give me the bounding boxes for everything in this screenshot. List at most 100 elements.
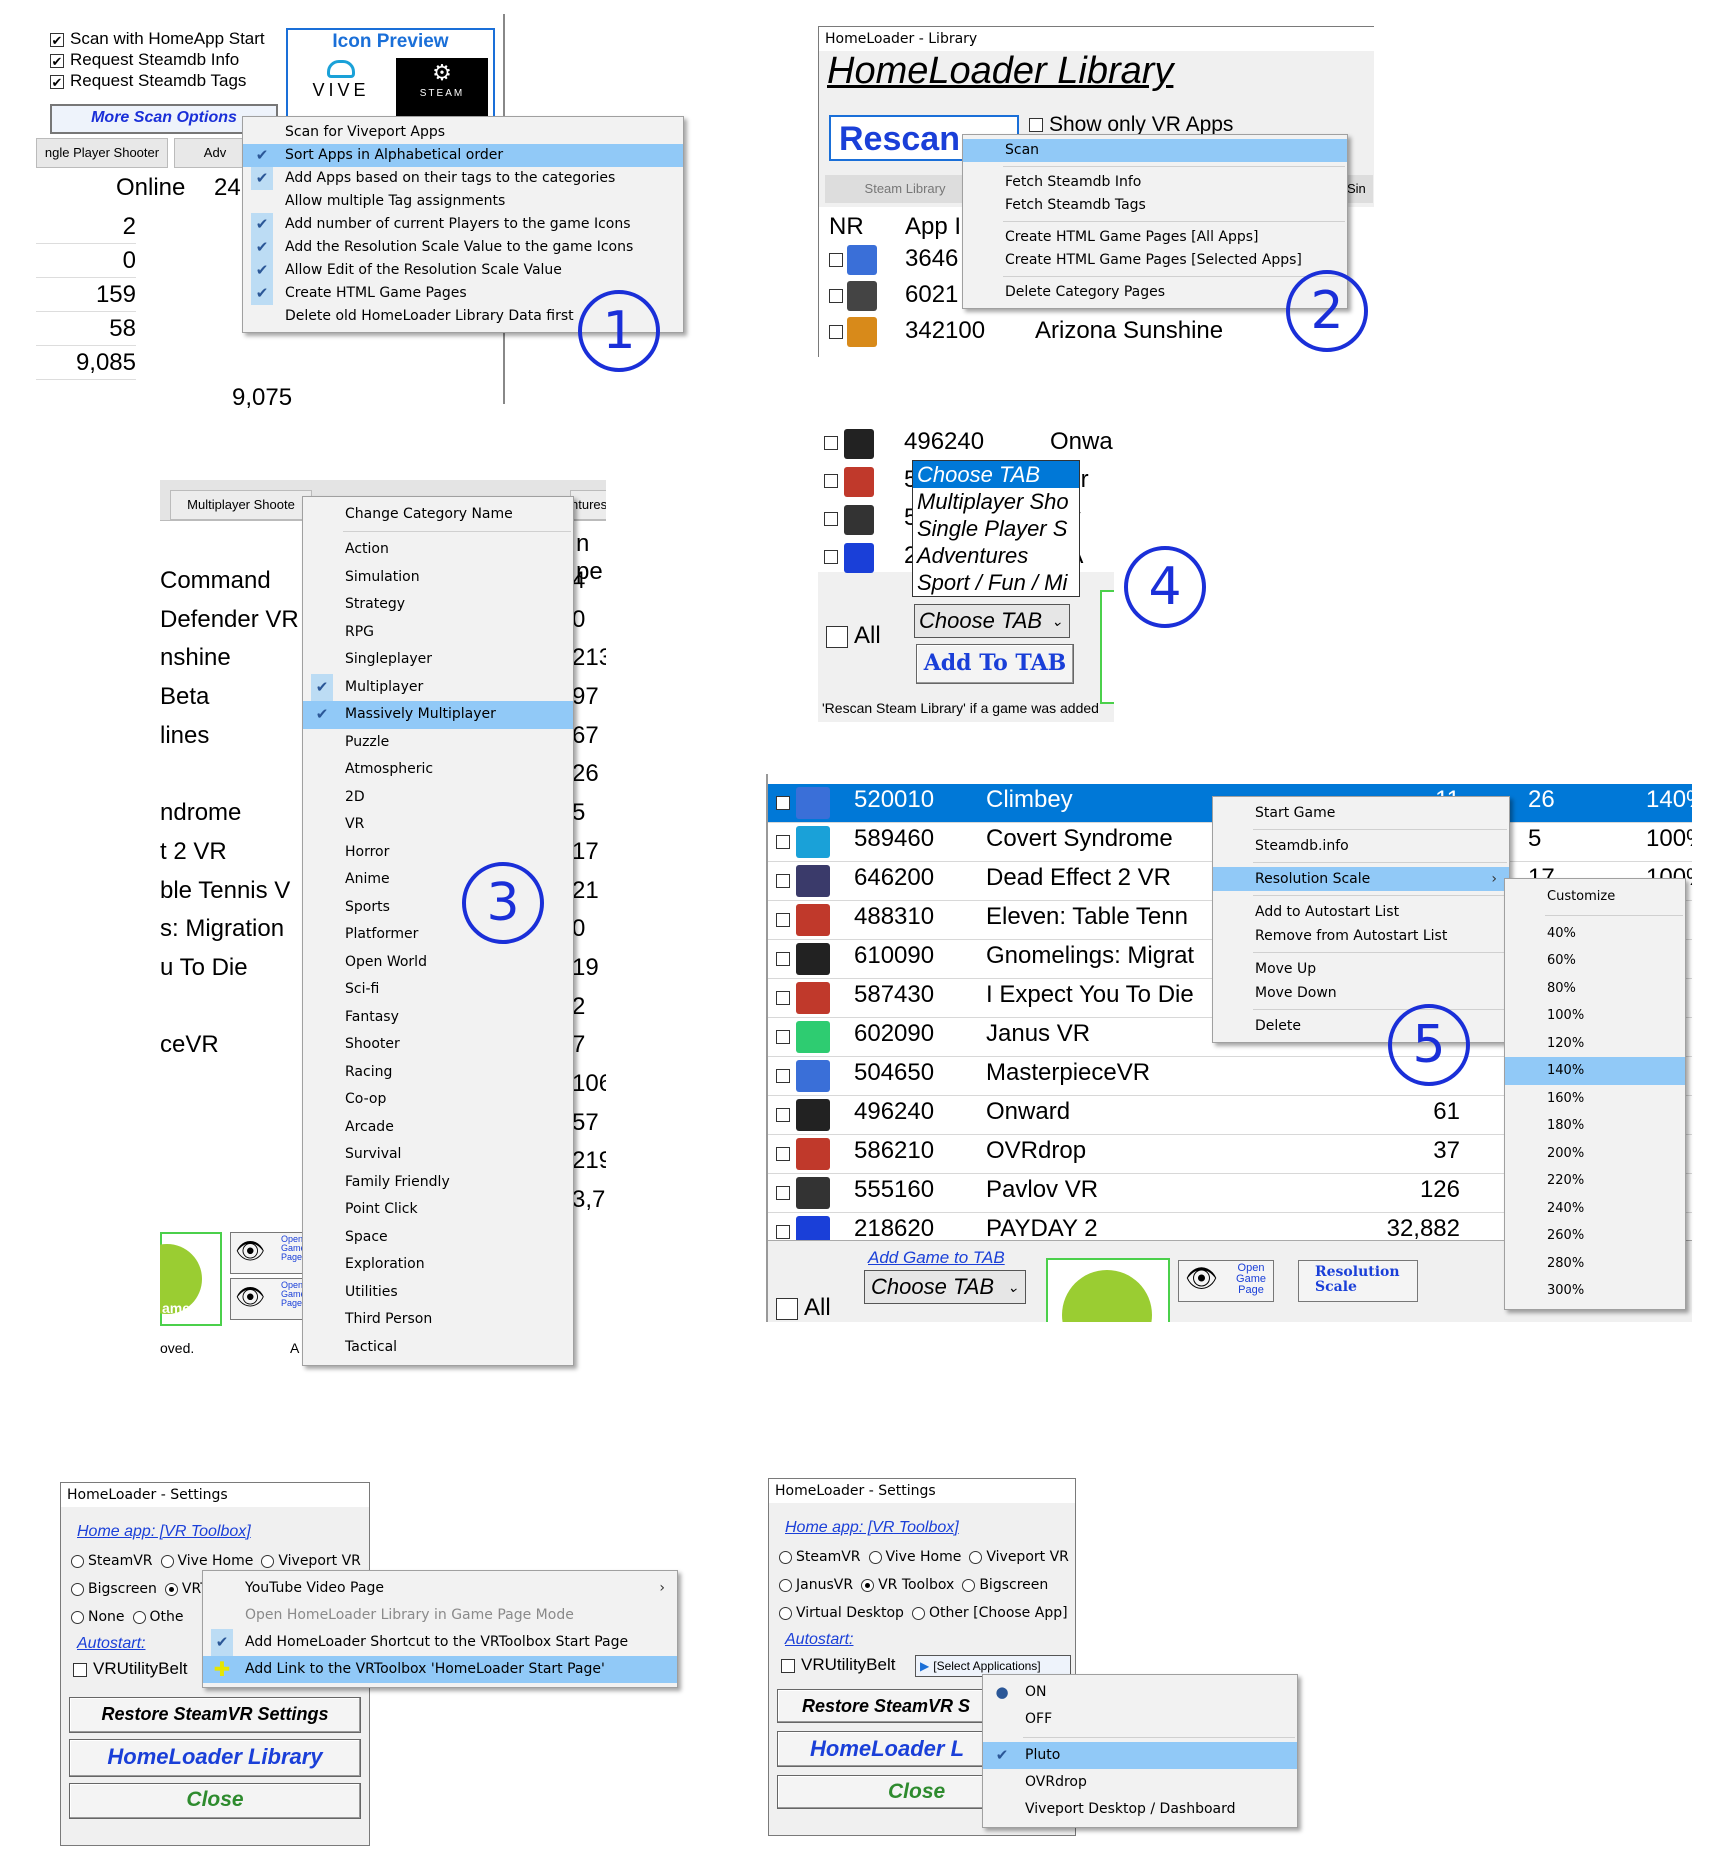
close-button[interactable]: Close [69,1783,361,1819]
menu-item-arcade[interactable]: Arcade [303,1114,573,1142]
menu-item-fetch-steamdb-info[interactable]: Fetch Steamdb Info [963,171,1347,194]
all-checkbox[interactable]: All [776,1294,831,1322]
radio-option-othe[interactable]: Othe [132,1603,184,1631]
menu-item-third-person[interactable]: Third Person [303,1306,573,1334]
homeloader-library-button[interactable]: HomeLoader Library [69,1739,361,1777]
dropdown-option-single-player-s[interactable]: Single Player S [913,515,1079,542]
all-checkbox-box[interactable] [826,625,848,648]
radio-button[interactable] [160,1554,174,1568]
row-checkbox[interactable] [776,835,790,849]
radio-button[interactable] [779,1606,792,1620]
menu-item-fetch-steamdb-tags[interactable]: Fetch Steamdb Tags [963,194,1347,217]
row-checkbox[interactable] [776,1108,790,1122]
tab-steam-library[interactable]: Steam Library [825,175,985,203]
menu-item-160[interactable]: 160% [1505,1085,1685,1113]
menu-item-add-link-to-the-vrtoolbox-homeloader-start-page[interactable]: ✚ Add Link to the VRToolbox 'HomeLoader S… [203,1656,677,1683]
scan-option-checkbox[interactable]: Scan with HomeApp Start [50,28,265,49]
open-game-page-button-2[interactable]: 👁 Open Game Page [230,1278,306,1320]
menu-item-steamdb-info[interactable]: Steamdb.info [1213,834,1509,858]
menu-item-allow-edit-of-the-resolution-scale-value[interactable]: ✔ Allow Edit of the Resolution Scale Valu… [243,259,683,282]
menu-item-strategy[interactable]: Strategy [303,591,573,619]
resolution-scale-button[interactable]: Resolution Scale [1298,1260,1418,1302]
menu-item-survival[interactable]: Survival [303,1141,573,1169]
radio-option-vive-home[interactable]: Vive Home [868,1543,961,1571]
radio-button[interactable] [261,1554,275,1568]
vrutility-checkbox[interactable]: VRUtilityBelt [73,1659,187,1679]
row-checkbox[interactable] [824,550,838,564]
menu-item-sci-fi[interactable]: Sci-fi [303,976,573,1004]
dropdown-option-adventures[interactable]: Adventures [913,542,1079,569]
menu-item-racing[interactable]: Racing [303,1059,573,1087]
menu-item-140[interactable]: 140% [1505,1057,1685,1085]
menu-item-180[interactable]: 180% [1505,1112,1685,1140]
radio-option-vr-toolbox[interactable]: VR Toolbox [861,1571,954,1599]
menu-item-40[interactable]: 40% [1505,920,1685,948]
radio-option-janusvr[interactable]: JanusVR [779,1571,853,1599]
radio-button[interactable] [911,1606,925,1620]
add-to-tab-button[interactable]: Add To TAB [916,644,1074,684]
row-checkbox[interactable] [824,474,838,488]
menu-item-120[interactable]: 120% [1505,1030,1685,1058]
menu-item-puzzle[interactable]: Puzzle [303,729,573,757]
choose-tab-select[interactable]: Choose TAB ⌄ [914,604,1070,638]
radio-option-steamvr[interactable]: SteamVR [779,1543,861,1571]
menu-item-ovrdrop[interactable]: OVRdrop [983,1769,1297,1796]
row-checkbox[interactable] [776,1069,790,1083]
row-checkbox[interactable] [776,1186,790,1200]
open-game-page-button-1[interactable]: 👁 Open Game Page [230,1232,306,1274]
radio-option-steamvr[interactable]: SteamVR [71,1547,153,1575]
vrutility-checkbox-box[interactable] [781,1658,795,1673]
radio-button[interactable] [132,1610,146,1624]
tab-sin[interactable]: Sin [1347,175,1373,203]
menu-item-allow-multiple-tag-assignments[interactable]: Allow multiple Tag assignments [243,190,683,213]
menu-item-off[interactable]: OFF [983,1706,1297,1733]
radio-button[interactable] [71,1554,84,1568]
menu-item-co-op[interactable]: Co-op [303,1086,573,1114]
menu-item-simulation[interactable]: Simulation [303,564,573,592]
menu-item-move-up[interactable]: Move Up [1213,957,1509,981]
dropdown-option-sport-fun-mi[interactable]: Sport / Fun / Mi [913,569,1079,596]
menu-item-resolution-scale[interactable]: Resolution Scale › [1213,867,1509,891]
row-checkbox[interactable] [776,913,790,927]
menu-item-space[interactable]: Space [303,1224,573,1252]
menu-item-family-friendly[interactable]: Family Friendly [303,1169,573,1197]
tab-adventures[interactable]: ntures [570,490,606,520]
row-checkbox[interactable] [824,436,838,450]
radio-option-bigscreen[interactable]: Bigscreen [71,1575,157,1603]
menu-item-2d[interactable]: 2D [303,784,573,812]
row-checkbox[interactable] [776,1147,790,1161]
menu-item-sort-apps-in-alphabetical-order[interactable]: ✔ Sort Apps in Alphabetical order [243,144,683,167]
radio-button[interactable] [71,1582,84,1596]
menu-item-add-homeloader-shortcut-to-the-vrtoolbox-start-page[interactable]: ✔ Add HomeLoader Shortcut to the VRToolbo… [203,1629,677,1656]
game-button[interactable]: ame [160,1232,222,1326]
radio-button[interactable] [779,1550,792,1564]
row-checkbox[interactable] [776,1030,790,1044]
menu-item-start-game[interactable]: Start Game [1213,801,1509,825]
all-checkbox-box[interactable] [776,1297,798,1320]
radio-option-virtual-desktop[interactable]: Virtual Desktop [779,1599,904,1627]
tab-single-player-shooter[interactable]: ngle Player Shooter [36,138,168,168]
menu-item-200[interactable]: 200% [1505,1140,1685,1168]
menu-item-point-click[interactable]: Point Click [303,1196,573,1224]
choose-tab-select[interactable]: Choose TAB ⌄ [864,1270,1026,1304]
menu-item-80[interactable]: 80% [1505,975,1685,1003]
radio-option-other-choose-app[interactable]: Other [Choose App] [911,1599,1068,1627]
menu-item-vr[interactable]: VR [303,811,573,839]
checkbox-box[interactable] [50,53,64,68]
radio-option-viveport-vr[interactable]: Viveport VR [969,1543,1069,1571]
menu-item-change-category-name[interactable]: Change Category Name [303,501,573,527]
menu-item-youtube-video-page[interactable]: YouTube Video Page › [203,1575,677,1602]
menu-item-horror[interactable]: Horror [303,839,573,867]
row-checkbox[interactable] [829,325,843,339]
menu-item-add-to-autostart-list[interactable]: Add to Autostart List [1213,900,1509,924]
row-checkbox[interactable] [829,289,843,303]
menu-item-scan[interactable]: Scan [963,139,1347,162]
menu-item-60[interactable]: 60% [1505,947,1685,975]
menu-item-action[interactable]: Action [303,536,573,564]
menu-item-240[interactable]: 240% [1505,1195,1685,1223]
radio-button[interactable] [779,1578,792,1592]
scan-option-checkbox[interactable]: Request Steamdb Info [50,49,265,70]
menu-item-100[interactable]: 100% [1505,1002,1685,1030]
tab-multiplayer-shooter[interactable]: Multiplayer Shoote [170,490,312,520]
menu-item-tactical[interactable]: Tactical [303,1334,573,1362]
